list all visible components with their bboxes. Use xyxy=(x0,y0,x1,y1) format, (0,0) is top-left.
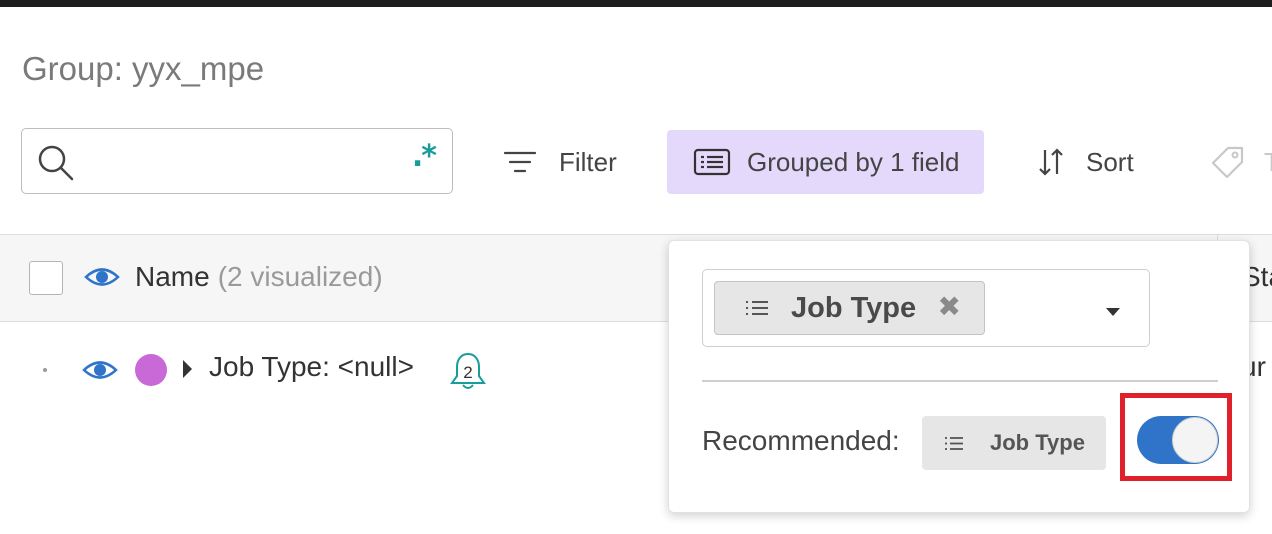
tag-button[interactable]: T xyxy=(1210,130,1272,194)
name-header-label: Name xyxy=(135,261,210,292)
bell-icon[interactable]: 2 xyxy=(447,350,489,397)
visualized-count: (2 visualized) xyxy=(217,261,383,292)
list-icon xyxy=(944,436,964,451)
group-by-popover: Job Type ✖ Recommended: Job Type xyxy=(668,240,1250,513)
group-color-dot xyxy=(135,354,167,386)
filter-icon xyxy=(503,149,537,175)
eye-icon[interactable] xyxy=(82,357,118,388)
row-handle xyxy=(43,368,47,372)
caret-right-icon[interactable] xyxy=(180,358,194,385)
sort-icon xyxy=(1036,146,1066,178)
chevron-down-icon[interactable] xyxy=(1105,304,1121,322)
name-column-header[interactable]: Name (2 visualized) xyxy=(135,261,383,293)
group-row-label: Job Type: <null> xyxy=(209,351,414,382)
recommended-field-chip[interactable]: Job Type xyxy=(922,416,1106,470)
recommended-field-label: Job Type xyxy=(990,430,1085,455)
recommended-label: Recommended: xyxy=(702,425,900,456)
toggle-knob xyxy=(1172,417,1218,463)
search-icon xyxy=(36,143,76,188)
top-bar xyxy=(0,0,1272,7)
grouped-by-label: Grouped by 1 field xyxy=(747,146,960,177)
sort-label: Sort xyxy=(1086,146,1134,177)
remove-icon[interactable]: ✖ xyxy=(938,292,961,322)
search-box[interactable]: .* xyxy=(21,128,453,194)
search-input[interactable] xyxy=(92,141,396,183)
select-all-checkbox[interactable] xyxy=(29,261,63,295)
filter-button[interactable]: Filter xyxy=(503,130,617,194)
filter-label: Filter xyxy=(559,146,617,177)
tag-label: T xyxy=(1264,146,1272,177)
selected-field-chip[interactable]: Job Type ✖ xyxy=(714,281,985,335)
eye-icon[interactable] xyxy=(84,264,120,295)
group-field-select[interactable]: Job Type ✖ xyxy=(702,269,1150,347)
grouped-list-icon xyxy=(693,148,731,176)
tag-icon xyxy=(1210,145,1246,179)
regex-icon[interactable]: .* xyxy=(412,139,437,174)
sort-button[interactable]: Sort xyxy=(1036,130,1134,194)
grouped-by-button[interactable]: Grouped by 1 field xyxy=(667,130,984,194)
selected-field-label: Job Type xyxy=(791,291,917,324)
recommended-toggle[interactable] xyxy=(1137,416,1219,464)
bell-count: 2 xyxy=(463,363,472,382)
page-title: Group: yyx_mpe xyxy=(22,50,265,87)
popover-divider xyxy=(702,380,1218,382)
list-icon xyxy=(745,299,769,317)
